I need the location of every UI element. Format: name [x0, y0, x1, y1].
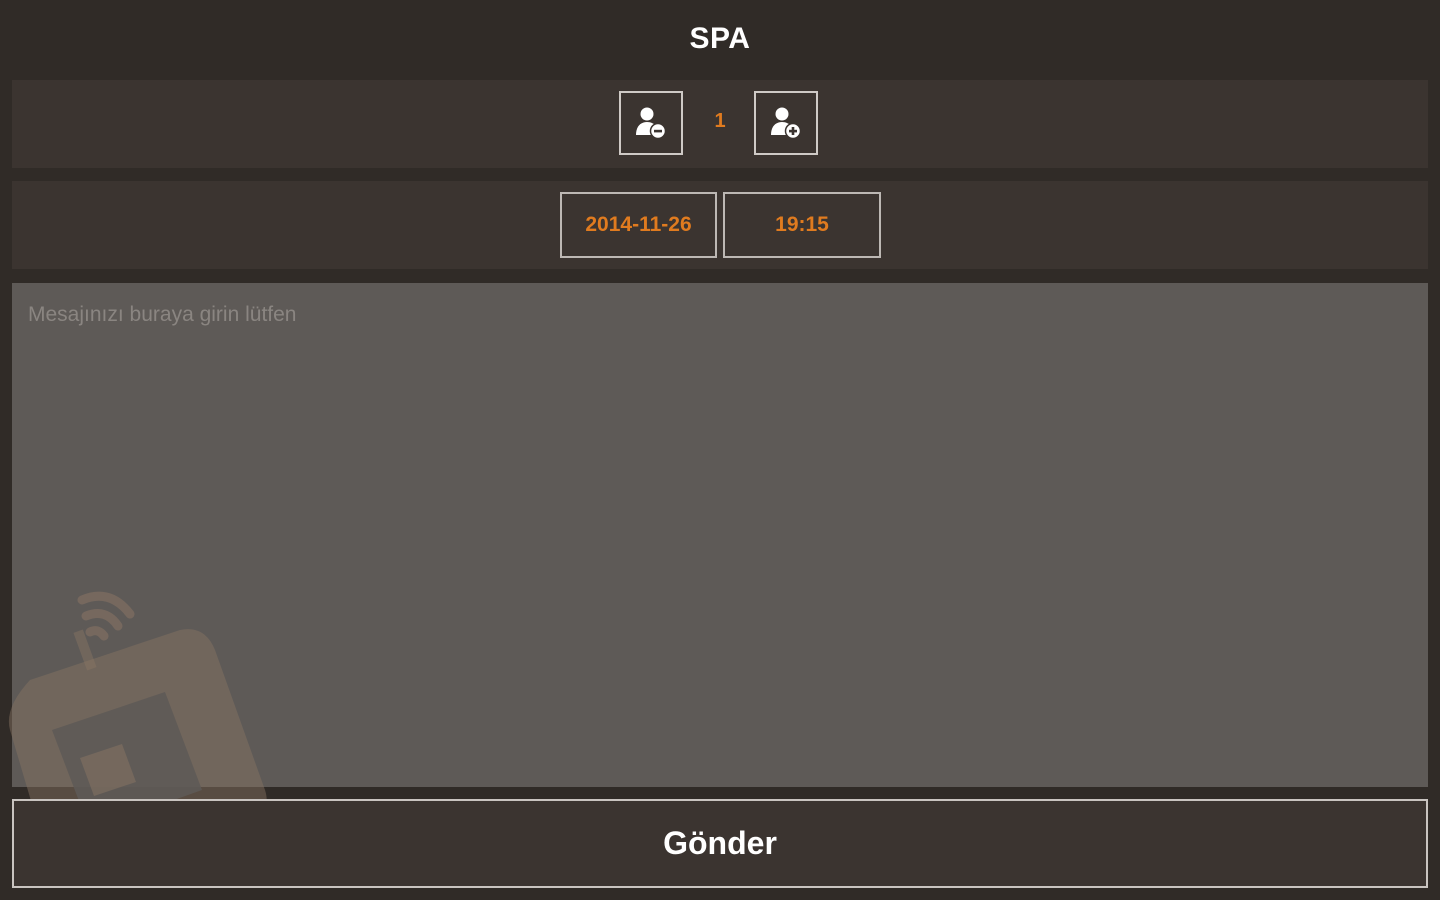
- add-guest-button[interactable]: [754, 91, 818, 155]
- remove-guest-button[interactable]: [619, 91, 683, 155]
- message-input[interactable]: [12, 283, 1428, 787]
- add-person-icon: [771, 107, 802, 140]
- message-area: [12, 283, 1428, 787]
- guest-count-panel: 1: [12, 80, 1428, 168]
- time-picker-button[interactable]: 19:15: [723, 192, 881, 258]
- remove-person-icon: [636, 107, 667, 140]
- send-button[interactable]: Gönder: [12, 799, 1428, 888]
- page-title: SPA: [689, 22, 751, 55]
- date-time-panel: 2014-11-26 19:15: [12, 181, 1428, 269]
- guest-count: 1: [714, 110, 726, 132]
- date-picker-button[interactable]: 2014-11-26: [560, 192, 717, 258]
- app-screen: SPA 1 2014-11-26 19:15 Mesajınızı buraya…: [0, 0, 1440, 900]
